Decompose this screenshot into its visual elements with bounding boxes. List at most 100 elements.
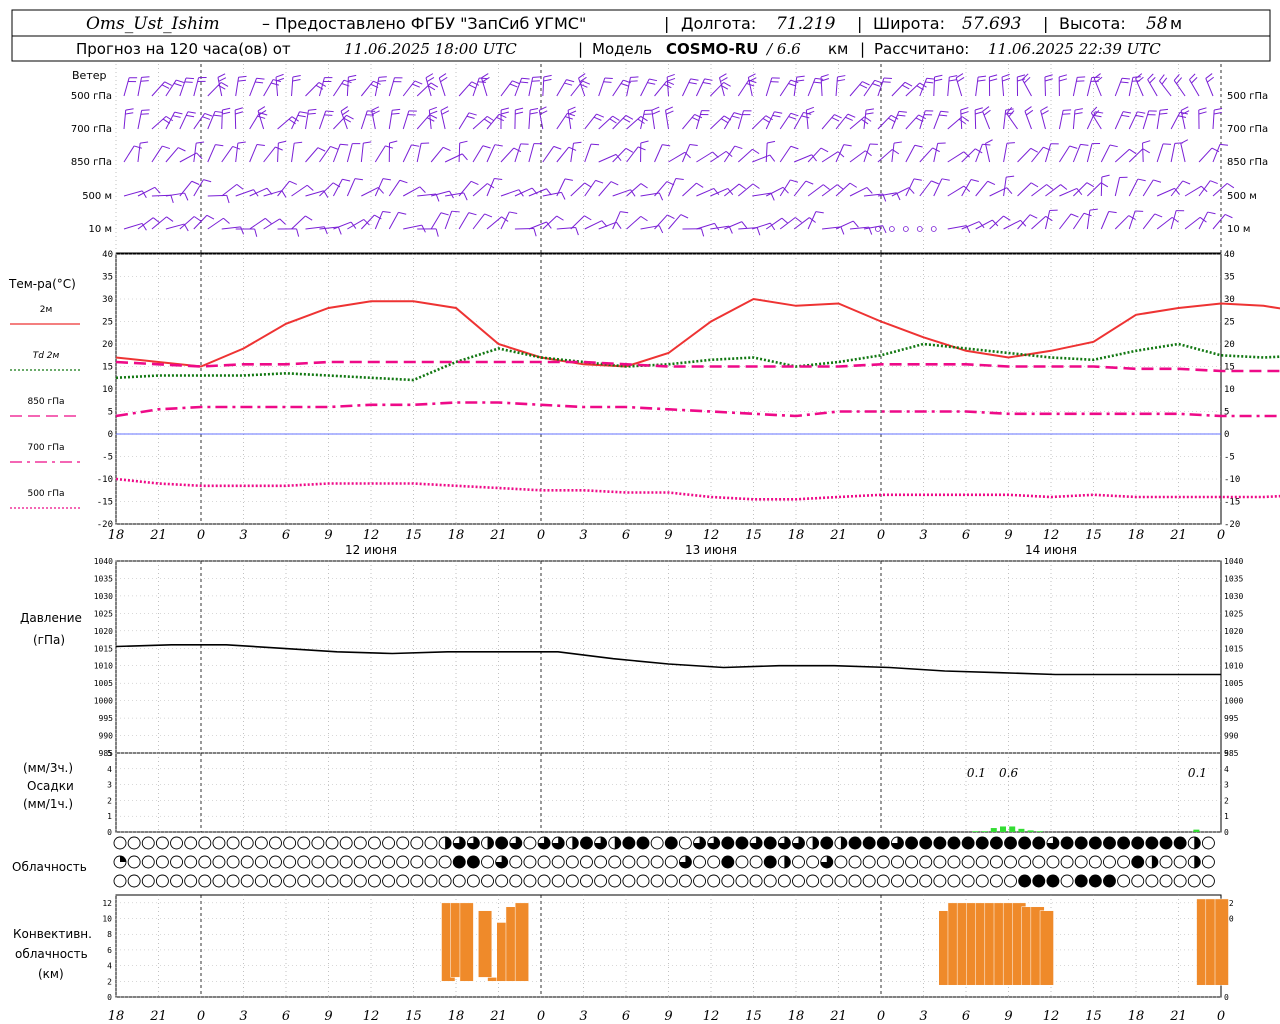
temp-ytick-left: -10 <box>97 475 113 485</box>
wind-barb-staff <box>1003 219 1021 230</box>
wind-barb <box>340 106 350 130</box>
wind-barb <box>472 115 495 130</box>
wind-barb-feather <box>1045 215 1053 222</box>
wind-barb-feather <box>874 79 883 84</box>
cloud-symbol <box>113 836 127 850</box>
wind-barb-feather <box>762 118 771 123</box>
wind-barb-feather <box>902 84 910 90</box>
wind-barb <box>1040 106 1049 130</box>
wind-barb <box>480 73 490 97</box>
wind-barb <box>681 143 698 163</box>
wind-barb-staff <box>1170 180 1184 197</box>
cloud-symbol <box>565 874 579 888</box>
wind-barb-feather <box>975 111 984 115</box>
cloud-symbol <box>353 836 367 850</box>
wind-barb <box>1017 147 1038 163</box>
wind-barb-feather <box>733 112 742 116</box>
wind-barb-feather <box>255 81 264 84</box>
cloud-symbol <box>1032 855 1046 869</box>
wind-barb-staff <box>961 221 980 230</box>
wind-barb-feather <box>482 145 491 149</box>
wind-level-left: 700 гПа <box>71 124 112 135</box>
cloud-symbol <box>1004 855 1017 869</box>
wind-barb-feather <box>184 81 193 83</box>
cloud-symbol <box>297 855 311 869</box>
wind-barb <box>388 140 398 163</box>
wind-barb-feather <box>1210 180 1218 185</box>
cloud-symbol <box>523 874 537 888</box>
cloud-symbol <box>1060 874 1074 888</box>
hour-tick-label: 18 <box>1128 528 1145 543</box>
cloud-symbol <box>792 874 805 888</box>
wind-barb <box>1128 210 1144 230</box>
wind-barb <box>877 77 892 97</box>
cloud-fill-full <box>1032 837 1045 849</box>
wind-barb-feather <box>982 106 990 112</box>
wind-barb <box>891 81 913 97</box>
hour-tick-label: 9 <box>1004 1009 1012 1024</box>
cloud-symbol <box>749 855 763 869</box>
cloud-symbol <box>650 874 664 888</box>
wind-barb-feather <box>276 77 285 82</box>
temp-series-p850 <box>115 360 1280 373</box>
cloud-symbol <box>848 855 862 869</box>
wind-barb-feather <box>603 81 612 83</box>
wind-barb-feather <box>1060 184 1068 190</box>
wind-barb-feather <box>790 145 799 150</box>
wind-barb <box>1031 215 1053 230</box>
cloud-symbol <box>141 874 155 888</box>
wind-barb-feather <box>704 78 713 81</box>
wind-barb-feather <box>1029 214 1038 219</box>
precipitation-bars: 0 0 1 1 2 2 3 3 4 4 5 5 0.1 0.6 0.1 <box>107 749 1229 837</box>
wind-barb <box>668 177 684 197</box>
wind-barb <box>263 146 283 163</box>
cloud-fill-full <box>467 856 480 868</box>
cloud-symbol <box>834 855 848 869</box>
wind-barb-feather <box>435 228 439 237</box>
wind-barb-staff <box>305 190 324 197</box>
wind-barb-feather <box>1173 73 1180 81</box>
wind-barb-feather <box>702 81 711 85</box>
wind-barb-feather <box>162 145 171 150</box>
wind-barb <box>933 110 949 130</box>
wind-barb-feather <box>795 217 802 223</box>
wind-barb-staff <box>933 178 943 197</box>
wind-barb <box>556 112 576 130</box>
alt-value: 58 <box>1146 14 1168 34</box>
cloud-fill-half <box>614 837 621 849</box>
wind-barb-staff <box>947 151 965 163</box>
wind-barb-feather <box>1159 108 1169 111</box>
wind-barb <box>947 116 970 130</box>
wind-barb-feather <box>1154 213 1163 218</box>
cloud-fill-half <box>784 856 791 868</box>
pressure-ytick-right: 1005 <box>1224 679 1243 688</box>
wind-barb <box>1021 73 1032 97</box>
cloud-symbol <box>283 836 297 850</box>
cloud-symbol <box>424 855 438 869</box>
wind-barb-feather <box>788 116 797 120</box>
cloud-symbol <box>382 836 396 850</box>
wind-barb-feather <box>392 108 401 111</box>
pressure-ytick-right: 995 <box>1224 714 1239 723</box>
wind-barb-feather <box>232 145 241 150</box>
wind-barb-feather <box>815 77 824 80</box>
wind-barb <box>933 178 950 197</box>
wind-barb-feather <box>172 115 181 118</box>
wind-barb-feather <box>913 178 922 181</box>
cloud-symbol <box>622 855 636 869</box>
wind-barb <box>1147 73 1158 97</box>
cloud-symbol <box>297 874 311 888</box>
cloud-fill-full <box>1046 875 1059 887</box>
wind-barb-feather <box>1142 148 1150 154</box>
wind-barb-feather <box>218 77 227 82</box>
precip-bar <box>1027 830 1034 832</box>
cloud-symbol <box>283 855 297 869</box>
wind-barb <box>1114 176 1128 197</box>
wind-barb-feather <box>154 186 161 194</box>
wind-barb-staff <box>1128 77 1134 97</box>
wind-barb-feather <box>640 116 648 122</box>
precip-bar <box>1193 829 1200 832</box>
cloud-symbol <box>707 855 721 869</box>
cloud-symbol <box>325 836 339 850</box>
wind-barb-feather <box>317 147 326 152</box>
